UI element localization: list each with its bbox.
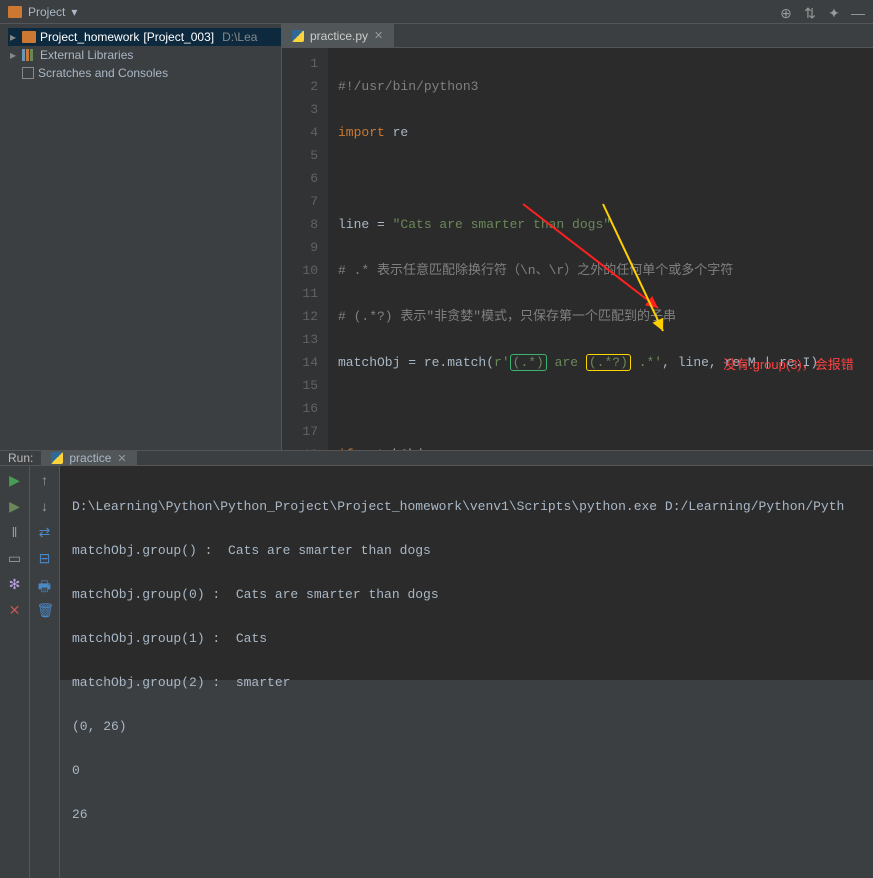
line-num: 12 [282,305,318,328]
console-line: (0, 26) [72,716,861,738]
console-line: 0 [72,760,861,782]
tree-root-name: Project_homework [40,30,139,44]
line-num: 8 [282,213,318,236]
settings-icon[interactable]: ✦ [827,5,841,19]
run-toolbar-right: ↑ ↓ ⇄ ⊟ 🖶 🗑 [30,466,60,878]
tab-practice[interactable]: practice.py ✕ [282,24,394,47]
dump-icon[interactable]: ✻ [7,576,23,592]
code-comment: # .* 表示任意匹配除换行符（\n、\r）之外的任何单个或多个字符 [338,263,733,278]
folder-icon [8,6,22,18]
run-icon[interactable]: ▶ [7,498,23,514]
tree-root-path: D:\Lea [222,30,257,44]
line-num: 16 [282,397,318,420]
up-icon[interactable]: ↑ [37,472,53,488]
console-line: matchObj.group() : Cats are smarter than… [72,540,861,562]
down-icon[interactable]: ↓ [37,498,53,514]
project-tree-panel: ▸ Project_homework [Project_003] D:\Lea … [0,24,282,450]
code-line: #!/usr/bin/python3 [338,79,478,94]
tree-lib-label: External Libraries [40,48,133,62]
tree-libraries[interactable]: ▸ External Libraries [8,46,281,64]
scroll-icon[interactable]: ⊟ [37,550,53,566]
console-line: matchObj.group(0) : Cats are smarter tha… [72,584,861,606]
code-line: import [338,125,385,140]
line-num: 18 [282,443,318,450]
collapse-icon[interactable]: — [851,5,865,19]
run-panel: Run: practice ✕ ▶ ▶ ‖ ▭ ✻ ✕ ↑ ↓ ⇄ ⊟ 🖶 🗑 … [0,450,873,680]
line-num: 4 [282,121,318,144]
line-num: 10 [282,259,318,282]
tree-root-suffix: [Project_003] [143,30,214,44]
line-num: 11 [282,282,318,305]
code-comment: # (.*?) 表示"非贪婪"模式，只保存第一个匹配到的子串 [338,309,676,324]
editor-panel: practice.py ✕ 1 2 3 4 5 6 7 8 9 10 11 12… [282,24,873,450]
line-num: 2 [282,75,318,98]
console-line: D:\Learning\Python\Python_Project\Projec… [72,496,861,518]
console-line: matchObj.group(2) : smarter [72,672,861,694]
line-num: 6 [282,167,318,190]
run-label: Run: [0,451,41,465]
line-num: 14 [282,351,318,374]
sort-icon[interactable]: ⇅ [803,5,817,19]
line-num: 9 [282,236,318,259]
scratch-icon [22,67,34,79]
close-icon[interactable]: ✕ [117,452,126,465]
folder-icon [22,31,36,43]
line-num: 1 [282,52,318,75]
editor-tabs: practice.py ✕ [282,24,873,48]
regex-group1: (.*) [510,354,547,371]
expand-icon[interactable]: ▸ [8,30,18,44]
tree-root[interactable]: ▸ Project_homework [Project_003] D:\Lea [8,28,281,46]
project-label: Project [28,5,65,19]
expand-icon[interactable]: ▸ [8,48,18,62]
console-output[interactable]: D:\Learning\Python\Python_Project\Projec… [60,466,873,878]
line-num: 13 [282,328,318,351]
library-icon [22,49,36,61]
frame-icon[interactable]: ▭ [7,550,23,566]
print-icon[interactable]: 🖶 [37,576,53,592]
console-line: matchObj.group(1) : Cats [72,628,861,650]
dropdown-icon[interactable]: ▾ [71,5,77,19]
wrap-icon[interactable]: ⇄ [37,524,53,540]
tree-scratches[interactable]: Scratches and Consoles [8,64,281,82]
python-icon [51,452,63,464]
run-tab[interactable]: practice ✕ [41,451,136,465]
run-tab-label: practice [69,451,111,465]
annotation-error: 没有.group(3)，会报错 [723,353,854,376]
project-toolbar: Project ▾ ⊕ ⇅ ✦ — [0,0,873,24]
line-num: 3 [282,98,318,121]
gutter: 1 2 3 4 5 6 7 8 9 10 11 12 13 14 15 16 1… [282,48,328,450]
close-icon[interactable]: ✕ [374,29,383,42]
stop-icon[interactable]: ✕ [7,602,23,618]
tab-label: practice.py [310,29,368,43]
regex-group2: (.*?) [586,354,631,371]
line-num: 7 [282,190,318,213]
pause-icon[interactable]: ‖ [7,524,23,540]
console-line: 26 [72,804,861,826]
line-num: 5 [282,144,318,167]
trash-icon[interactable]: 🗑 [37,602,53,618]
python-icon [292,30,304,42]
line-num: 15 [282,374,318,397]
line-num: 17 [282,420,318,443]
rerun-icon[interactable]: ▶ [7,472,23,488]
run-toolbar-left: ▶ ▶ ‖ ▭ ✻ ✕ [0,466,30,878]
tree-scratch-label: Scratches and Consoles [38,66,168,80]
code-content[interactable]: #!/usr/bin/python3 import re line = "Cat… [328,48,818,450]
target-icon[interactable]: ⊕ [779,5,793,19]
